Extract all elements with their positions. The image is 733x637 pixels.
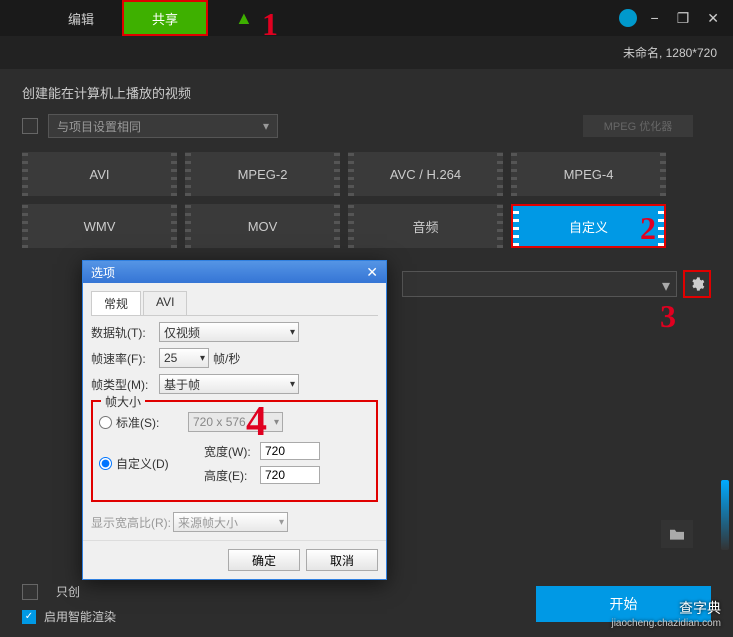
watermark-url: jiaocheng.chazidian.com: [611, 618, 721, 629]
watermark: 查字典 jiaocheng.chazidian.com: [611, 598, 721, 629]
side-indicator: [721, 480, 729, 550]
format-mpeg4[interactable]: MPEG-4: [511, 152, 666, 196]
frame-size-group: 帧大小 标准(S): 720 x 576 自定义(D) 宽度(W): 高度(E)…: [91, 400, 378, 502]
ok-button[interactable]: 确定: [228, 549, 300, 571]
custom-radio-label: 自定义(D): [116, 455, 188, 472]
project-dropdown[interactable]: 与项目设置相同 ▾: [48, 114, 278, 138]
only-create-label: 只创: [56, 583, 80, 600]
frame-type-label: 帧类型(M):: [91, 376, 159, 393]
custom-radio-row: 自定义(D) 宽度(W): 高度(E):: [99, 436, 370, 490]
format-custom[interactable]: 自定义: [511, 204, 666, 248]
format-grid: AVI MPEG-2 AVC / H.264 MPEG-4 WMV MOV 音频…: [22, 152, 711, 248]
frame-size-legend: 帧大小: [101, 393, 145, 410]
data-track-row: 数据轨(T): 仅视频: [91, 322, 378, 342]
smart-render-checkbox[interactable]: ✓: [22, 610, 36, 624]
dialog-close-button[interactable]: ✕: [366, 264, 378, 281]
data-track-dropdown[interactable]: 仅视频: [159, 322, 299, 342]
smart-render-label: 启用智能渲染: [44, 608, 116, 625]
aspect-label: 显示宽高比(R):: [91, 514, 173, 531]
dialog-body: 常规 AVI 数据轨(T): 仅视频 帧速率(F): 25 帧/秒 帧类型(M)…: [83, 283, 386, 540]
height-input[interactable]: [260, 466, 320, 484]
options-dialog: 选项 ✕ 常规 AVI 数据轨(T): 仅视频 帧速率(F): 25 帧/秒 帧…: [82, 260, 387, 580]
custom-radio[interactable]: [99, 457, 112, 470]
frame-rate-unit: 帧/秒: [213, 350, 240, 367]
dialog-title-text: 选项: [91, 264, 115, 281]
frame-type-dropdown[interactable]: 基于帧: [159, 374, 299, 394]
mpeg-optimizer-button: MPEG 优化器: [583, 115, 693, 137]
project-checkbox[interactable]: [22, 118, 38, 134]
tab-edit[interactable]: 编辑: [40, 0, 122, 36]
dialog-titlebar[interactable]: 选项 ✕: [83, 261, 386, 283]
width-input[interactable]: [260, 442, 320, 460]
minimize-button[interactable]: −: [647, 10, 663, 26]
browse-folder-button[interactable]: [661, 520, 693, 548]
standard-radio[interactable]: [99, 416, 112, 429]
tab-avi[interactable]: AVI: [143, 291, 187, 315]
check-options: 只创 ✓ 启用智能渲染: [22, 583, 116, 625]
gear-icon: [689, 276, 705, 292]
project-dropdown-label: 与项目设置相同: [57, 118, 141, 135]
only-create-checkbox[interactable]: [22, 584, 38, 600]
custom-size-fields: 宽度(W): 高度(E):: [204, 436, 324, 490]
width-label: 宽度(W):: [204, 443, 260, 460]
aspect-dropdown: 来源帧大小: [173, 512, 288, 532]
folder-icon: [668, 527, 686, 541]
format-mov[interactable]: MOV: [185, 204, 340, 248]
section-title: 创建能在计算机上播放的视频: [22, 83, 711, 102]
format-avi[interactable]: AVI: [22, 152, 177, 196]
globe-icon[interactable]: [619, 9, 637, 27]
dialog-tabs: 常规 AVI: [91, 291, 378, 316]
frame-rate-label: 帧速率(F):: [91, 350, 159, 367]
tab-share[interactable]: 共享: [122, 0, 208, 36]
tab-general[interactable]: 常规: [91, 291, 141, 315]
format-audio[interactable]: 音频: [348, 204, 503, 248]
window-controls: − ❐ ✕: [619, 9, 723, 27]
chevron-down-icon: ▾: [263, 119, 269, 133]
profile-dropdown[interactable]: [402, 271, 677, 297]
format-wmv[interactable]: WMV: [22, 204, 177, 248]
standard-size-dropdown: 720 x 576: [188, 412, 283, 432]
format-avc[interactable]: AVC / H.264: [348, 152, 503, 196]
frame-type-row: 帧类型(M): 基于帧: [91, 374, 378, 394]
cancel-button[interactable]: 取消: [306, 549, 378, 571]
only-create-row: 只创: [22, 583, 116, 600]
restore-button[interactable]: ❐: [673, 10, 694, 27]
aspect-row: 显示宽高比(R): 来源帧大小: [91, 512, 378, 532]
titlebar: 编辑 共享 ▲ − ❐ ✕: [0, 0, 733, 36]
standard-label: 标准(S):: [116, 414, 188, 431]
smart-render-row: ✓ 启用智能渲染: [22, 608, 116, 625]
data-track-label: 数据轨(T):: [91, 324, 159, 341]
format-mpeg2[interactable]: MPEG-2: [185, 152, 340, 196]
arrow-up-icon: ▲: [235, 8, 253, 29]
status-line: 未命名, 1280*720: [0, 36, 733, 69]
bottom-bar: 只创 ✓ 启用智能渲染 开始: [22, 583, 711, 625]
settings-gear-button[interactable]: [683, 270, 711, 298]
frame-rate-dropdown[interactable]: 25: [159, 348, 209, 368]
height-label: 高度(E):: [204, 467, 260, 484]
dialog-buttons: 确定 取消: [83, 540, 386, 579]
frame-rate-row: 帧速率(F): 25 帧/秒: [91, 348, 378, 368]
project-settings-row: 与项目设置相同 ▾ MPEG 优化器: [22, 114, 711, 138]
watermark-title: 查字典: [611, 598, 721, 618]
close-button[interactable]: ✕: [703, 10, 723, 27]
standard-radio-row: 标准(S): 720 x 576: [99, 412, 370, 432]
